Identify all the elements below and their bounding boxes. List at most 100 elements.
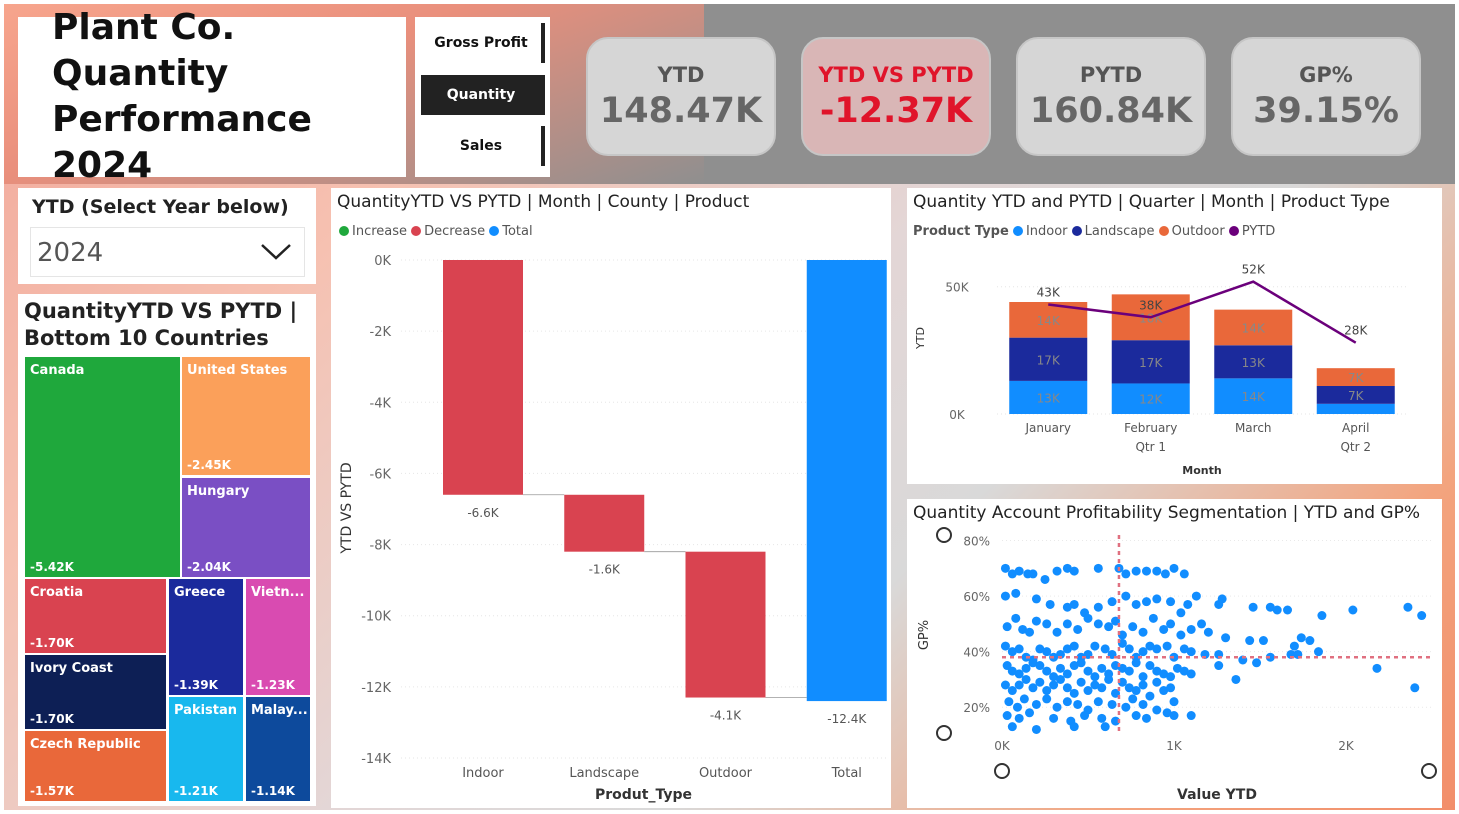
kpi-card-ytd: YTD 148.47K — [586, 37, 776, 156]
kpi-card-ytd-vs-pytd: YTD VS PYTD -12.37K — [801, 37, 991, 156]
treemap-tile[interactable]: Hungary -2.04K — [182, 478, 310, 577]
waterfall-chart: QuantityYTD VS PYTD | Month | County | P… — [331, 188, 891, 808]
scatter-point — [1313, 647, 1323, 657]
data-label: 7K — [1348, 371, 1365, 385]
nav-quantity-button[interactable]: Quantity — [421, 75, 545, 115]
scatter-point — [1152, 677, 1162, 687]
waterfall-bar-indoor — [443, 260, 523, 495]
nav-gross-profit-button[interactable]: Gross Profit — [421, 23, 545, 63]
treemap-tile[interactable]: Ivory Coast -1.70K — [25, 655, 166, 729]
scatter-point — [1073, 699, 1083, 709]
scatter-point — [1152, 644, 1162, 654]
treemap-tile-value: -1.14K — [251, 784, 295, 798]
scatter-point — [1296, 633, 1306, 643]
scatter-point — [1011, 613, 1021, 623]
scatter-point — [1052, 566, 1062, 576]
scatter-point — [1035, 677, 1045, 687]
x-tick-label: March — [1235, 421, 1272, 435]
resize-handle-icon — [936, 527, 952, 543]
year-dropdown[interactable]: 2024 — [30, 227, 305, 277]
scatter-point — [1348, 605, 1358, 615]
treemap-tile[interactable]: Croatia -1.70K — [25, 579, 166, 653]
scatter-point — [1031, 594, 1041, 604]
scatter-point — [1141, 566, 1151, 576]
chevron-down-icon[interactable] — [260, 242, 292, 262]
treemap-tile[interactable]: United States -2.45K — [182, 357, 310, 475]
nav-sales-button[interactable]: Sales — [421, 126, 545, 166]
kpi-label: PYTD — [1079, 63, 1143, 87]
treemap-tile[interactable]: Pakistan -1.21K — [169, 697, 243, 801]
y-tick-label: 80% — [963, 535, 990, 549]
scatter-point — [1217, 594, 1227, 604]
treemap-tile-name: Hungary — [187, 484, 250, 499]
title-card: Plant Co. Quantity Performance 2024 — [18, 7, 406, 186]
scatter-point — [1124, 644, 1134, 654]
scatter-point — [1283, 605, 1293, 615]
scatter-point — [1131, 599, 1141, 609]
scatter-point — [1062, 697, 1072, 707]
x-tick-label: April — [1342, 421, 1369, 435]
scatter-point — [1160, 569, 1170, 579]
scatter-point — [1002, 622, 1012, 632]
y-tick-label: 20% — [963, 701, 990, 715]
treemap-tile-name: Greece — [174, 585, 226, 600]
treemap-tile[interactable]: Canada -5.42K — [25, 357, 180, 577]
kpi-value: 160.84K — [1029, 91, 1193, 131]
scatter-point — [1042, 694, 1052, 704]
scatter-point — [1002, 711, 1012, 721]
scatter-point — [1166, 597, 1176, 607]
scatter-point — [1014, 566, 1024, 576]
data-label: 13K — [1037, 391, 1061, 405]
scatter-point — [1012, 702, 1022, 712]
treemap-tile[interactable]: Greece -1.39K — [169, 579, 243, 695]
treemap-bottom-countries: QuantityYTD VS PYTD | Bottom 10 Countrie… — [18, 294, 316, 806]
scatter-point — [1107, 597, 1117, 607]
waterfall-bar-total — [806, 260, 887, 702]
waterfall-plot: 0K -2K -4K -6K -8K -10K -12K -14K -6.6K Indoor -1.… — [339, 254, 887, 803]
scatter-point — [1100, 722, 1110, 732]
scatter-point — [1062, 619, 1072, 629]
treemap-tile[interactable]: Vietn... -1.23K — [246, 579, 310, 695]
scatter-point — [1107, 699, 1117, 709]
scatter-point — [1186, 669, 1196, 679]
scatter-point — [1162, 641, 1172, 651]
y-tick-label: -4K — [370, 396, 392, 411]
scatter-point — [1141, 713, 1151, 723]
data-label: -1.6K — [589, 563, 621, 577]
scatter-point — [1166, 619, 1176, 629]
kpi-value: 148.47K — [599, 91, 763, 131]
kpi-value: -12.37K — [819, 91, 973, 131]
kpi-label: YTD VS PYTD — [818, 63, 974, 87]
treemap-tile[interactable]: Czech Republic -1.57K — [25, 731, 166, 801]
scatter-point — [1141, 597, 1151, 607]
data-label: 14K — [1242, 321, 1266, 335]
scatter-point — [1145, 691, 1155, 701]
scatter-point — [1317, 611, 1327, 621]
scatter-point — [1090, 641, 1100, 651]
scatter-point — [1025, 627, 1035, 637]
treemap-tile-name: Pakistan — [174, 703, 238, 718]
scatter-point — [1049, 713, 1059, 723]
kpi-card-pytd: PYTD 160.84K — [1016, 37, 1206, 156]
scatter-point — [1042, 619, 1052, 629]
treemap-tile-name: United States — [187, 363, 288, 378]
scatter-point — [1028, 569, 1038, 579]
scatter-point — [1052, 627, 1062, 637]
resize-handle-icon — [1421, 763, 1437, 779]
treemap-tile[interactable]: Malay... -1.14K — [246, 697, 310, 801]
scatter-point — [1166, 672, 1176, 682]
scatter-point — [1417, 611, 1427, 621]
stacked-column-chart: Quantity YTD and PYTD | Quarter | Month … — [907, 188, 1442, 484]
waterfall-bar-landscape — [564, 494, 645, 552]
scatter-point — [1214, 661, 1224, 671]
treemap-tile-value: -5.42K — [30, 560, 74, 574]
scatter-point — [1025, 708, 1035, 718]
pytd-label: 38K — [1139, 298, 1163, 312]
scatter-point — [1403, 602, 1413, 612]
scatter-point — [1252, 658, 1262, 668]
scatter-point — [1069, 722, 1079, 732]
scatter-point — [1203, 627, 1213, 637]
scatter-point — [1169, 563, 1179, 573]
scatter-point — [1169, 697, 1179, 707]
scatter-point — [1248, 602, 1258, 612]
